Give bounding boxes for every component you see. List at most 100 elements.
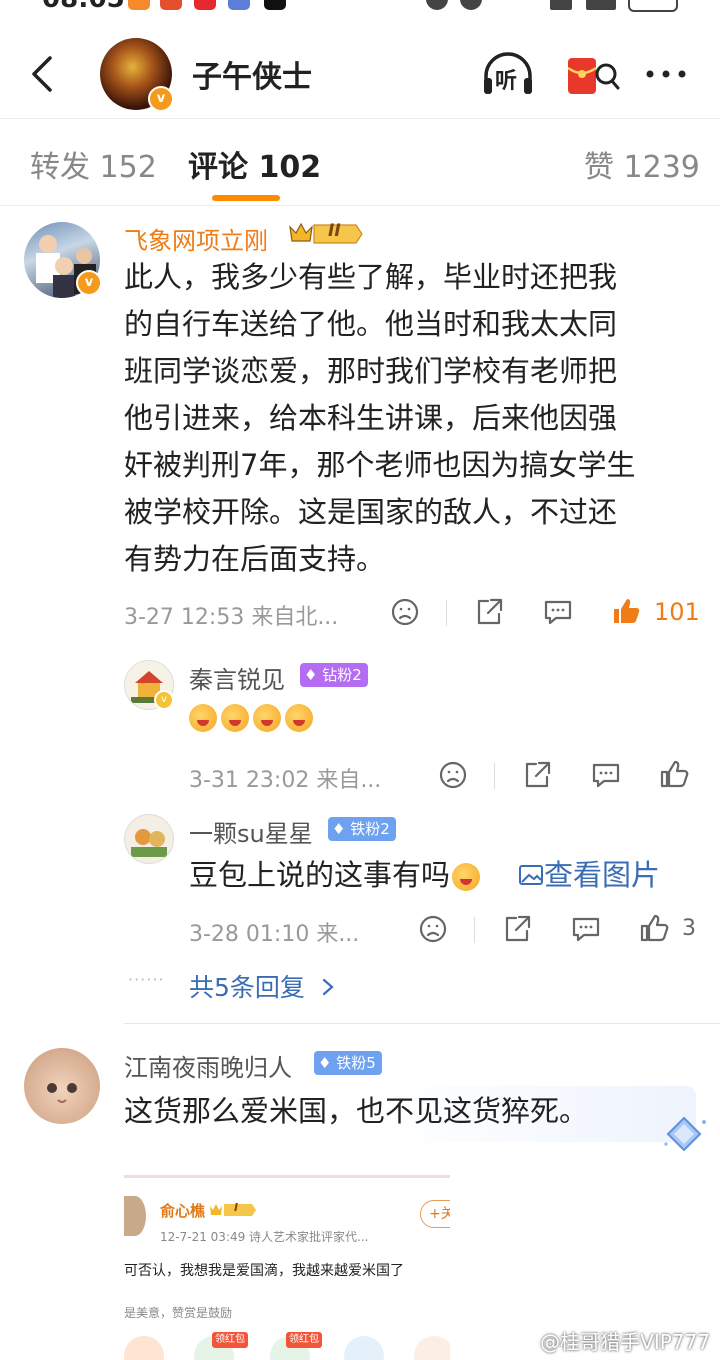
- like-button[interactable]: [638, 912, 670, 948]
- reply-button[interactable]: [570, 914, 602, 948]
- more-replies-dots: ······: [128, 970, 165, 989]
- more-replies-link[interactable]: 共5条回复: [189, 968, 337, 1004]
- fan-badge-label: 铁粉2: [350, 820, 390, 838]
- like-button[interactable]: [658, 758, 690, 794]
- listen-button[interactable]: 听: [480, 48, 536, 100]
- reply-text-content: 豆包上说的这事有吗: [189, 858, 451, 892]
- commenter-avatar[interactable]: [24, 1048, 100, 1124]
- fan-badge-label: 铁粉5: [336, 1054, 376, 1072]
- embedded-tag: 领红包: [212, 1332, 248, 1348]
- reply-text: 豆包上说的这事有吗: [189, 852, 484, 894]
- embedded-icon: [124, 1336, 164, 1360]
- embedded-follow: +关: [420, 1200, 450, 1228]
- comment-line: 的自行车送给了他。他当时和我太太同: [124, 307, 618, 341]
- comment-line: 此人，我多少有些了解，毕业时还把我: [124, 260, 618, 294]
- watermark: @桂哥猎手VIP777: [540, 1330, 710, 1354]
- commenter-name[interactable]: 飞象网项立刚: [124, 221, 268, 256]
- fan-badge-label: 钻粉2: [322, 666, 362, 684]
- share-icon: [505, 915, 531, 942]
- share-button[interactable]: [474, 597, 504, 631]
- weibo-notification-icon: [194, 0, 216, 10]
- signal-icon: [550, 0, 572, 10]
- share-icon: [477, 598, 503, 625]
- share-button[interactable]: [522, 760, 552, 794]
- tiktok-notification-icon: [264, 0, 286, 10]
- comment-icon: [544, 600, 572, 625]
- back-button[interactable]: [24, 50, 64, 98]
- comment-line: 有势力在后面支持。: [124, 542, 386, 576]
- tab-comments[interactable]: 评论 102: [188, 142, 321, 186]
- crown-level-icon: [289, 222, 363, 244]
- header-divider: [0, 118, 720, 119]
- red-packet-button[interactable]: [564, 48, 620, 100]
- thumbs-up-icon: [660, 760, 689, 788]
- diamond-decoration-icon: [660, 1114, 708, 1158]
- fan-badge: ♦ 铁粉5: [314, 1051, 382, 1075]
- comment-meta: 3-27 12:53 来自北...: [124, 605, 339, 630]
- embedded-level-badge: I: [208, 1201, 258, 1218]
- comment-divider: [124, 1023, 720, 1024]
- thumbs-up-filled-icon: [614, 599, 640, 623]
- laughing-emoji-icon: [452, 863, 481, 891]
- reply-name[interactable]: 秦言锐见: [189, 660, 285, 695]
- action-divider: [474, 917, 475, 943]
- dislike-button[interactable]: [438, 760, 468, 794]
- emoji-icon: [189, 704, 217, 732]
- reply-name[interactable]: 一颗su星星: [189, 814, 313, 849]
- back-arrow-icon: [32, 56, 52, 92]
- red-packet-icon: [567, 58, 620, 94]
- dislike-button[interactable]: [418, 914, 448, 948]
- more-replies-label: 共5条回复: [189, 973, 305, 1002]
- mute-icon: [426, 0, 448, 10]
- reply-avatar[interactable]: [124, 814, 174, 864]
- status-bar: 08:05: [0, 0, 720, 14]
- view-image-link[interactable]: 查看图片: [518, 852, 660, 894]
- app-notification-icon: [160, 0, 182, 10]
- embedded-level-label: I: [234, 1201, 239, 1214]
- embedded-icon: [414, 1336, 450, 1360]
- dislike-button[interactable]: [390, 597, 420, 631]
- wifi-icon: [460, 0, 482, 10]
- comment-icon: [592, 763, 620, 788]
- chevron-right-icon: [322, 978, 334, 996]
- tab-reposts[interactable]: 转发 152: [30, 142, 157, 186]
- iron-fan-badge: ♦ 铁粉2: [328, 817, 396, 841]
- more-options-button[interactable]: [642, 48, 698, 100]
- like-count: 101: [654, 598, 700, 626]
- view-image-label: 查看图片: [544, 858, 661, 892]
- embedded-tag: 领红包: [286, 1332, 322, 1348]
- verified-badge-icon: v: [148, 86, 174, 112]
- embedded-icon: [344, 1336, 384, 1360]
- diamond-icon: [664, 1116, 706, 1152]
- emoji-icon: [285, 704, 313, 732]
- action-divider: [494, 763, 495, 789]
- comment-line: 被学校开除。这是国家的敌人，不过还: [124, 495, 618, 529]
- image-icon: [519, 865, 543, 885]
- comment-image[interactable]: 俞心樵 I 12-7-21 03:49 诗人艺术家批评家代... +关 可否认，…: [124, 1175, 450, 1360]
- comment-line: 他引进来，给本科生讲课，后来他因强: [124, 401, 618, 435]
- sad-face-icon: [419, 915, 447, 943]
- tabs-divider: [0, 205, 720, 206]
- like-button[interactable]: [610, 595, 642, 631]
- sad-face-icon: [391, 598, 419, 626]
- commenter-name[interactable]: 江南夜雨晚归人: [124, 1048, 292, 1083]
- sad-face-icon: [439, 761, 467, 789]
- avatar-illustration: [131, 829, 167, 857]
- app-notification-icon: [128, 0, 150, 10]
- embedded-user: 俞心樵: [160, 1202, 206, 1220]
- verified-small-icon: v: [154, 690, 174, 710]
- fan-badge: ♦ 铁粉2: [328, 817, 396, 841]
- reply-meta: 3-28 01:10 来...: [189, 922, 360, 947]
- diamond-fan-badge: ♦ 钻粉2: [300, 663, 368, 687]
- share-button[interactable]: [502, 914, 532, 948]
- page-title[interactable]: 子午侠士: [192, 52, 312, 96]
- reply-button[interactable]: [590, 760, 622, 794]
- action-divider: [446, 600, 447, 626]
- reply-button[interactable]: [542, 597, 574, 631]
- comment-line: 奸被判刑7年，那个老师也因为搞女学生: [124, 448, 636, 482]
- tab-likes[interactable]: 赞 1239: [584, 142, 700, 186]
- cat-avatar-photo: [47, 1083, 77, 1103]
- level-badge: II: [288, 221, 364, 247]
- verified-badge-icon: v: [76, 270, 102, 296]
- reply-emoji-row: [189, 704, 317, 732]
